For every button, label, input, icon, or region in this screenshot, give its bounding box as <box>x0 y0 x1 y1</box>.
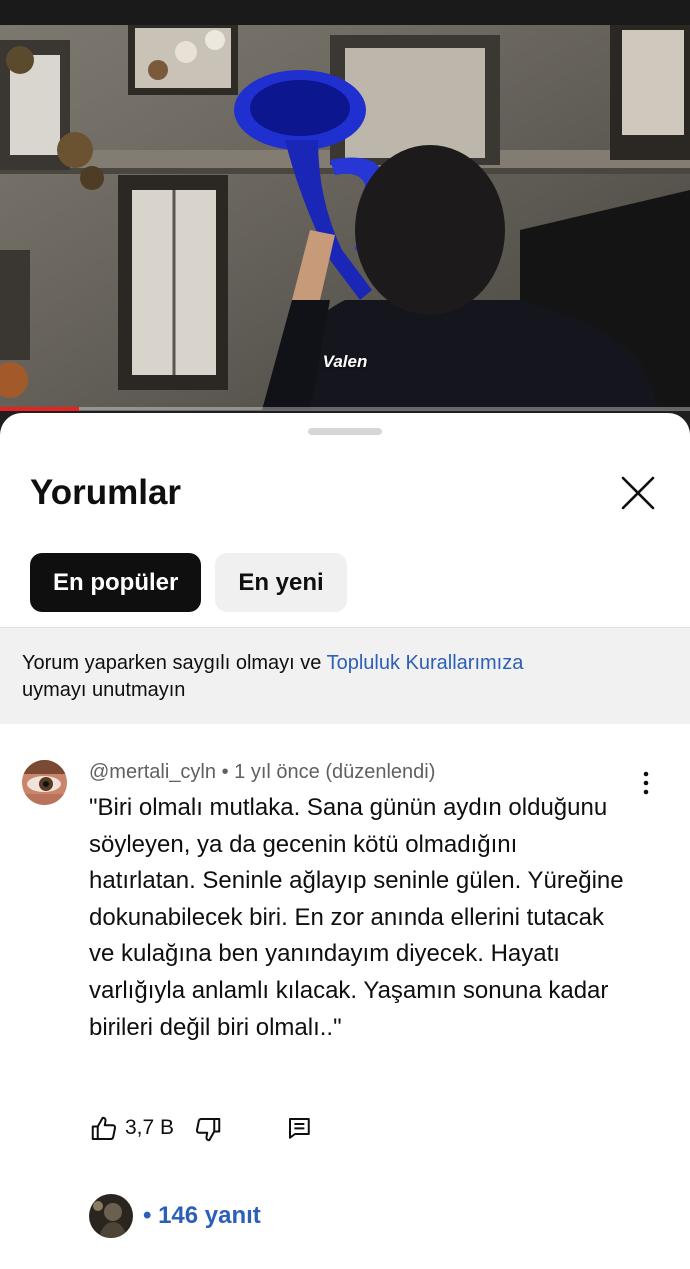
like-button[interactable] <box>89 1114 119 1144</box>
more-vertical-icon <box>643 771 649 795</box>
notice-text-before: Yorum yaparken saygılı olmayı ve <box>22 652 327 674</box>
community-guidelines-notice: Yorum yaparken saygılı olmayı ve Toplulu… <box>0 627 690 724</box>
comment-text: "Biri olmalı mutlaka. Sana günün aydın o… <box>89 794 624 1041</box>
like-count: 3,7 B <box>125 1116 175 1139</box>
chip-newest[interactable]: En yeni <box>215 553 347 612</box>
comment-actions: 3,7 B <box>89 1114 649 1144</box>
close-icon <box>621 476 655 510</box>
reply-button[interactable] <box>285 1114 315 1144</box>
meta-separator: • <box>221 761 229 783</box>
sheet-drag-handle[interactable] <box>308 428 382 435</box>
thumbs-up-icon <box>91 1116 117 1140</box>
chip-top-comments[interactable]: En popüler <box>30 553 202 612</box>
view-replies-button[interactable]: • 146 yanıt <box>89 1193 261 1238</box>
sheet-title: Yorumlar <box>30 473 182 512</box>
video-progress-fill <box>0 407 80 411</box>
video-frame <box>0 0 690 410</box>
commenter-avatar[interactable] <box>22 760 67 805</box>
reply-avatar-image <box>89 1193 133 1238</box>
comment-author[interactable]: @mertali_cyln <box>89 761 216 783</box>
community-guidelines-link[interactable]: Topluluk Kurallarımıza <box>327 652 524 674</box>
notice-text-after: uymayı unutmayın <box>22 679 186 701</box>
avatar-image <box>22 760 67 805</box>
comment-time: 1 yıl önce (düzenlendi) <box>234 761 436 783</box>
sort-chips: En popüler En yeni <box>30 553 347 612</box>
thumbs-down-icon <box>195 1118 221 1142</box>
video-player[interactable]: Valen <box>0 0 690 440</box>
reply-avatar <box>89 1193 133 1238</box>
dislike-button[interactable] <box>193 1114 223 1144</box>
close-button[interactable] <box>616 471 660 515</box>
video-caption: Valen <box>322 352 368 371</box>
comment-more-button[interactable] <box>632 769 660 797</box>
replies-count: • 146 yanıt <box>143 1201 261 1229</box>
video-progress-bar[interactable] <box>0 407 690 411</box>
comment-meta: @mertali_cyln • 1 yıl önce (düzenlendi) <box>89 761 435 784</box>
comments-sheet: Yorumlar En popüler En yeni Yorum yapark… <box>0 413 690 1269</box>
comment-icon <box>289 1118 310 1139</box>
